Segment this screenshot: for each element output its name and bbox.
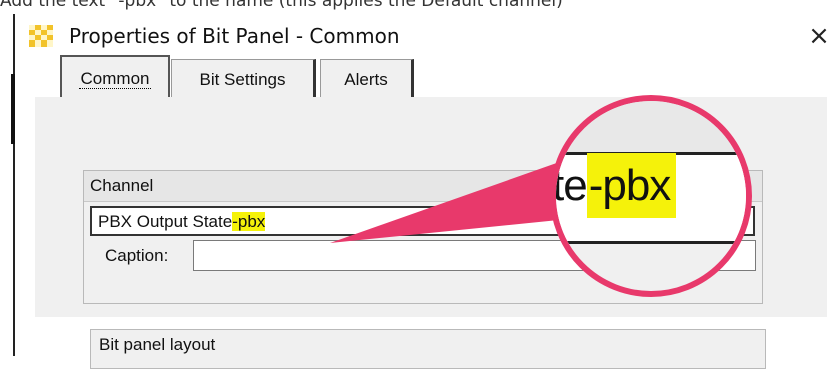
magnifier-callout: te-pbx <box>550 95 752 297</box>
tab-bit-settings-label: Bit Settings <box>199 70 286 89</box>
tab-bit-settings[interactable]: Bit Settings <box>171 59 316 97</box>
window-title: Properties of Bit Panel - Common <box>69 24 400 48</box>
tab-alerts-label: Alerts <box>344 70 388 89</box>
magnifier-text: te-pbx <box>552 153 677 218</box>
magnifier-text-prefix: te <box>552 161 588 210</box>
tab-common-label: Common <box>78 69 152 89</box>
channel-value-prefix: PBX Output State <box>98 212 233 231</box>
channel-value-suffix-highlight: -pbx <box>232 212 266 231</box>
bit-panel-layout-group: Bit panel layout <box>90 329 766 369</box>
bit-panel-layout-label: Bit panel layout <box>99 335 216 354</box>
tab-common[interactable]: Common <box>60 55 170 97</box>
close-icon[interactable]: × <box>803 20 835 52</box>
magnifier-text-highlight: -pbx <box>586 153 677 218</box>
channel-select-value: PBX Output State-pbx <box>98 212 266 232</box>
title-bar: Properties of Bit Panel - Common × <box>15 14 839 58</box>
app-icon <box>29 25 53 47</box>
caption-label: Caption: <box>105 246 169 265</box>
instruction-text: Add the text "-pbx" to the name (this ap… <box>0 0 563 11</box>
tab-alerts[interactable]: Alerts <box>320 59 414 97</box>
window-shadow-edge <box>11 74 15 144</box>
channel-group-label: Channel <box>90 176 154 195</box>
